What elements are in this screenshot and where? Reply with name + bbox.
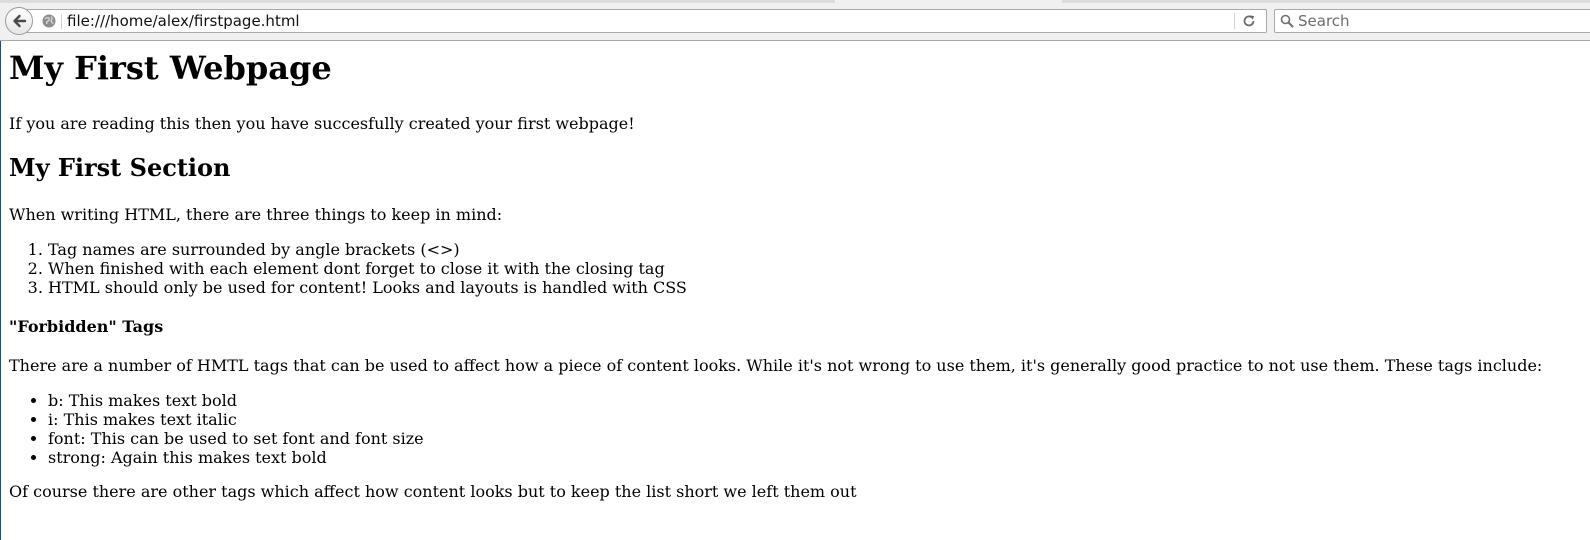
tab-strip-edge-right [1062,0,1590,3]
address-bar[interactable]: file:///home/alex/firstpage.html [26,9,1267,33]
search-icon [1280,14,1294,28]
list-item: Tag names are surrounded by angle bracke… [48,240,1579,259]
subsection-paragraph: There are a number of HMTL tags that can… [9,356,1543,375]
section-paragraph: When writing HTML, there are three thing… [9,205,503,224]
section-heading: My First Section [9,153,231,182]
search-placeholder[interactable]: Search [1298,11,1350,31]
reload-icon[interactable] [1240,13,1258,29]
list-item: b: This makes text bold [48,391,1579,410]
reload-separator [1234,13,1235,29]
globe-icon [41,13,57,29]
back-button[interactable] [5,7,33,35]
unordered-list: b: This makes text bold i: This makes te… [9,391,1579,467]
identity-separator [61,14,62,29]
ordered-list: Tag names are surrounded by angle bracke… [9,240,1579,297]
intro-paragraph: If you are reading this then you have su… [9,114,635,133]
list-item: strong: Again this makes text bold [48,448,1579,467]
closing-paragraph: Of course there are other tags which aff… [9,482,857,501]
search-bar[interactable]: Search [1274,9,1590,33]
page-heading: My First Webpage [9,49,332,87]
subsection-heading: "Forbidden" Tags [9,317,164,336]
window-border [0,0,1,540]
url-text[interactable]: file:///home/alex/firstpage.html [67,11,300,31]
navigation-toolbar: file:///home/alex/firstpage.html Search [0,0,1590,41]
list-item: HTML should only be used for content! Lo… [48,278,1579,297]
list-item: i: This makes text italic [48,410,1579,429]
page-content: My First Webpage If you are reading this… [9,41,1579,501]
list-item: When finished with each element dont for… [48,259,1579,278]
back-arrow-icon [13,14,27,28]
list-item: font: This can be used to set font and f… [48,429,1579,448]
tab-strip-edge [0,0,835,3]
